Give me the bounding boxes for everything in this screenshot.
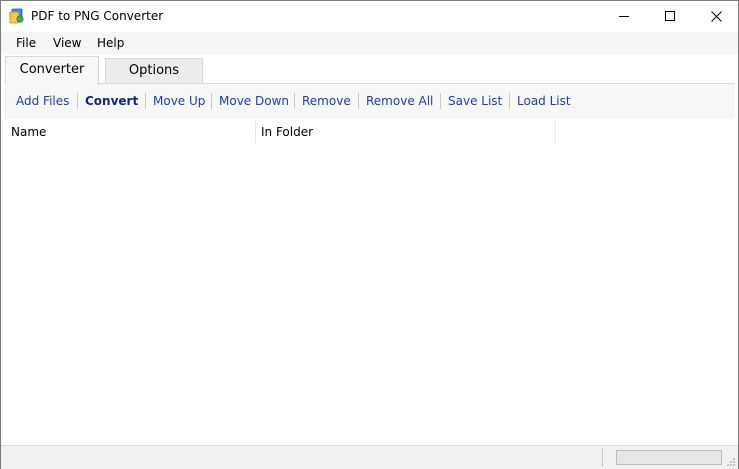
remove-button[interactable]: Remove [302, 94, 351, 108]
toolbar-separator [358, 93, 359, 109]
column-header-name[interactable]: Name [11, 125, 46, 139]
save-list-button[interactable]: Save List [448, 94, 502, 108]
status-divider [602, 449, 603, 466]
toolbar: Add Files Convert Move Up Move Down Remo… [5, 84, 735, 119]
add-files-button[interactable]: Add Files [16, 94, 69, 108]
column-divider[interactable] [255, 121, 256, 143]
close-button[interactable] [693, 1, 739, 31]
toolbar-separator [294, 93, 295, 109]
maximize-icon [665, 11, 675, 21]
tab-converter[interactable]: Converter [5, 56, 99, 85]
window-title: PDF to PNG Converter [31, 9, 164, 23]
menu-bar: File View Help [1, 32, 738, 54]
toolbar-separator [509, 93, 510, 109]
app-icon [9, 8, 25, 24]
move-down-button[interactable]: Move Down [219, 94, 289, 108]
tab-strip: Converter Options [1, 54, 738, 85]
menu-help[interactable]: Help [97, 36, 124, 50]
status-bar [1, 445, 738, 469]
toolbar-separator [145, 93, 146, 109]
file-list[interactable]: Name In Folder [5, 119, 735, 443]
app-window: PDF to PNG Converter File View Help Conv… [0, 0, 739, 469]
minimize-icon [619, 16, 629, 17]
load-list-button[interactable]: Load List [517, 94, 571, 108]
toolbar-separator [77, 93, 78, 109]
toolbar-separator [211, 93, 212, 109]
progress-bar [616, 450, 722, 465]
toolbar-separator [440, 93, 441, 109]
convert-button[interactable]: Convert [85, 94, 138, 108]
title-bar: PDF to PNG Converter [1, 1, 738, 31]
menu-file[interactable]: File [16, 36, 36, 50]
column-divider[interactable] [555, 121, 556, 143]
maximize-button[interactable] [647, 1, 693, 31]
column-header-in-folder[interactable]: In Folder [261, 125, 313, 139]
close-icon [710, 10, 722, 22]
menu-view[interactable]: View [53, 36, 81, 50]
minimize-button[interactable] [601, 1, 647, 31]
remove-all-button[interactable]: Remove All [366, 94, 433, 108]
resize-grip-icon[interactable] [726, 457, 736, 467]
move-up-button[interactable]: Move Up [153, 94, 205, 108]
tab-options[interactable]: Options [105, 58, 203, 83]
